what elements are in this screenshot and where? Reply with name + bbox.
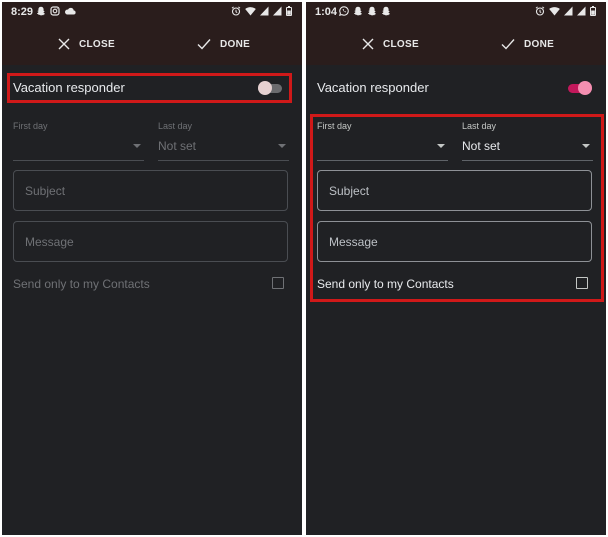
status-bar: 8:29	[2, 2, 302, 22]
subject-field[interactable]: Subject	[13, 170, 288, 211]
chevron-down-icon	[278, 144, 286, 148]
phone-screen-responder-on: 1:04 CLOSE DONE Vacation responder First…	[306, 2, 606, 535]
signal-icon	[273, 6, 282, 16]
chevron-down-icon	[582, 144, 590, 148]
checkmark-icon	[501, 39, 515, 50]
snapchat-icon	[368, 6, 376, 16]
message-placeholder: Message	[329, 235, 378, 249]
message-field[interactable]: Message	[317, 221, 592, 262]
contacts-only-checkbox[interactable]	[576, 277, 588, 289]
close-button[interactable]: CLOSE	[58, 34, 115, 54]
vacation-responder-toggle[interactable]	[568, 81, 592, 95]
last-day-label: Last day	[462, 121, 497, 131]
alarm-icon	[231, 6, 241, 16]
chevron-down-icon	[133, 144, 141, 148]
subject-placeholder: Subject	[25, 184, 66, 198]
checkmark-icon	[197, 39, 211, 50]
message-placeholder: Message	[25, 235, 74, 249]
highlight-box-toggle	[7, 73, 292, 103]
last-day-value: Not set	[158, 139, 197, 153]
contacts-only-label: Send only to my Contacts	[13, 277, 150, 291]
first-day-dropdown[interactable]	[317, 132, 448, 161]
phone-screen-responder-off: 8:29 CLOSE DONE Vacation responder First…	[2, 2, 302, 535]
chevron-down-icon	[437, 144, 445, 148]
done-label: DONE	[524, 38, 555, 50]
notification-icons	[339, 6, 391, 16]
first-day-label: First day	[13, 121, 48, 131]
first-day-dropdown[interactable]	[13, 132, 144, 161]
instagram-icon	[50, 6, 60, 16]
close-label: CLOSE	[383, 38, 419, 50]
wifi-icon	[245, 7, 256, 16]
status-time: 1:04	[315, 6, 338, 18]
battery-icon	[286, 6, 292, 16]
message-field[interactable]: Message	[13, 221, 288, 262]
close-button[interactable]: CLOSE	[362, 34, 419, 54]
signal-icon	[577, 6, 586, 16]
done-button[interactable]: DONE	[501, 34, 554, 54]
whatsapp-icon	[339, 6, 349, 16]
snapchat-icon	[354, 6, 362, 16]
notification-icons	[36, 6, 76, 16]
close-icon	[362, 38, 374, 50]
done-label: DONE	[220, 38, 251, 50]
last-day-dropdown[interactable]: Not set	[462, 132, 593, 161]
contacts-only-checkbox[interactable]	[272, 277, 284, 289]
system-icons	[535, 6, 596, 16]
battery-icon	[590, 6, 596, 16]
signal-icon	[260, 6, 269, 16]
cloud-icon	[64, 7, 76, 15]
close-icon	[58, 38, 70, 50]
alarm-icon	[535, 6, 545, 16]
app-bar: 8:29 CLOSE DONE	[2, 2, 302, 65]
status-bar: 1:04	[306, 2, 606, 22]
app-bar: 1:04 CLOSE DONE	[306, 2, 606, 65]
signal-icon	[564, 6, 573, 16]
done-button[interactable]: DONE	[197, 34, 250, 54]
subject-field[interactable]: Subject	[317, 170, 592, 211]
snapchat-icon	[37, 6, 45, 16]
status-time: 8:29	[11, 6, 34, 18]
last-day-value: Not set	[462, 139, 501, 153]
snapchat-icon	[382, 6, 390, 16]
toggle-thumb	[578, 81, 592, 95]
vacation-responder-label: Vacation responder	[317, 80, 429, 95]
first-day-label: First day	[317, 121, 352, 131]
subject-placeholder: Subject	[329, 184, 370, 198]
system-icons	[231, 6, 292, 16]
last-day-dropdown[interactable]: Not set	[158, 132, 289, 161]
close-label: CLOSE	[79, 38, 115, 50]
last-day-label: Last day	[158, 121, 193, 131]
contacts-only-label: Send only to my Contacts	[317, 277, 454, 291]
wifi-icon	[549, 7, 560, 16]
